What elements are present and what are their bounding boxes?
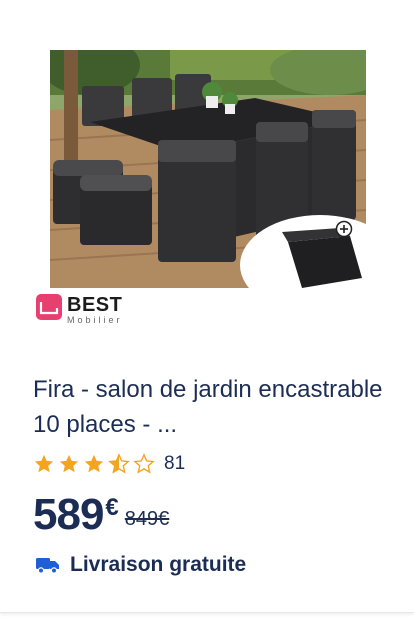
- brand-wordmark: BEST Mobilier: [67, 294, 123, 325]
- star-full-icon: [34, 454, 54, 473]
- plus-circle-icon[interactable]: [335, 220, 353, 238]
- rating-count: 81: [164, 453, 186, 474]
- product-title[interactable]: Fira - salon de jardin encastrable 10 pl…: [33, 372, 383, 442]
- brand-name: BEST: [67, 294, 123, 316]
- product-card[interactable]: BEST Mobilier Fira - salon de jardin enc…: [0, 0, 414, 613]
- current-price: 589: [33, 490, 104, 539]
- star-full-icon: [59, 454, 79, 473]
- brand-logo[interactable]: BEST Mobilier: [36, 294, 123, 328]
- star-empty-icon: [133, 453, 155, 474]
- truck-icon: [36, 558, 59, 574]
- delivery-label: Livraison gratuite: [70, 553, 247, 576]
- price-currency: €: [105, 494, 119, 521]
- brand-subtitle: Mobilier: [67, 315, 123, 325]
- price-block: 589 € 849€: [33, 490, 169, 540]
- star-full-icon: [84, 454, 104, 473]
- star-half-icon: [108, 453, 130, 474]
- product-photo: [50, 50, 366, 288]
- old-price: 849€: [124, 508, 170, 530]
- product-image[interactable]: [50, 50, 366, 288]
- delivery-info: Livraison gratuite: [36, 553, 246, 577]
- brand-mark-icon: [36, 294, 62, 320]
- rating-stars: [33, 453, 158, 475]
- product-rating[interactable]: 81: [33, 453, 185, 475]
